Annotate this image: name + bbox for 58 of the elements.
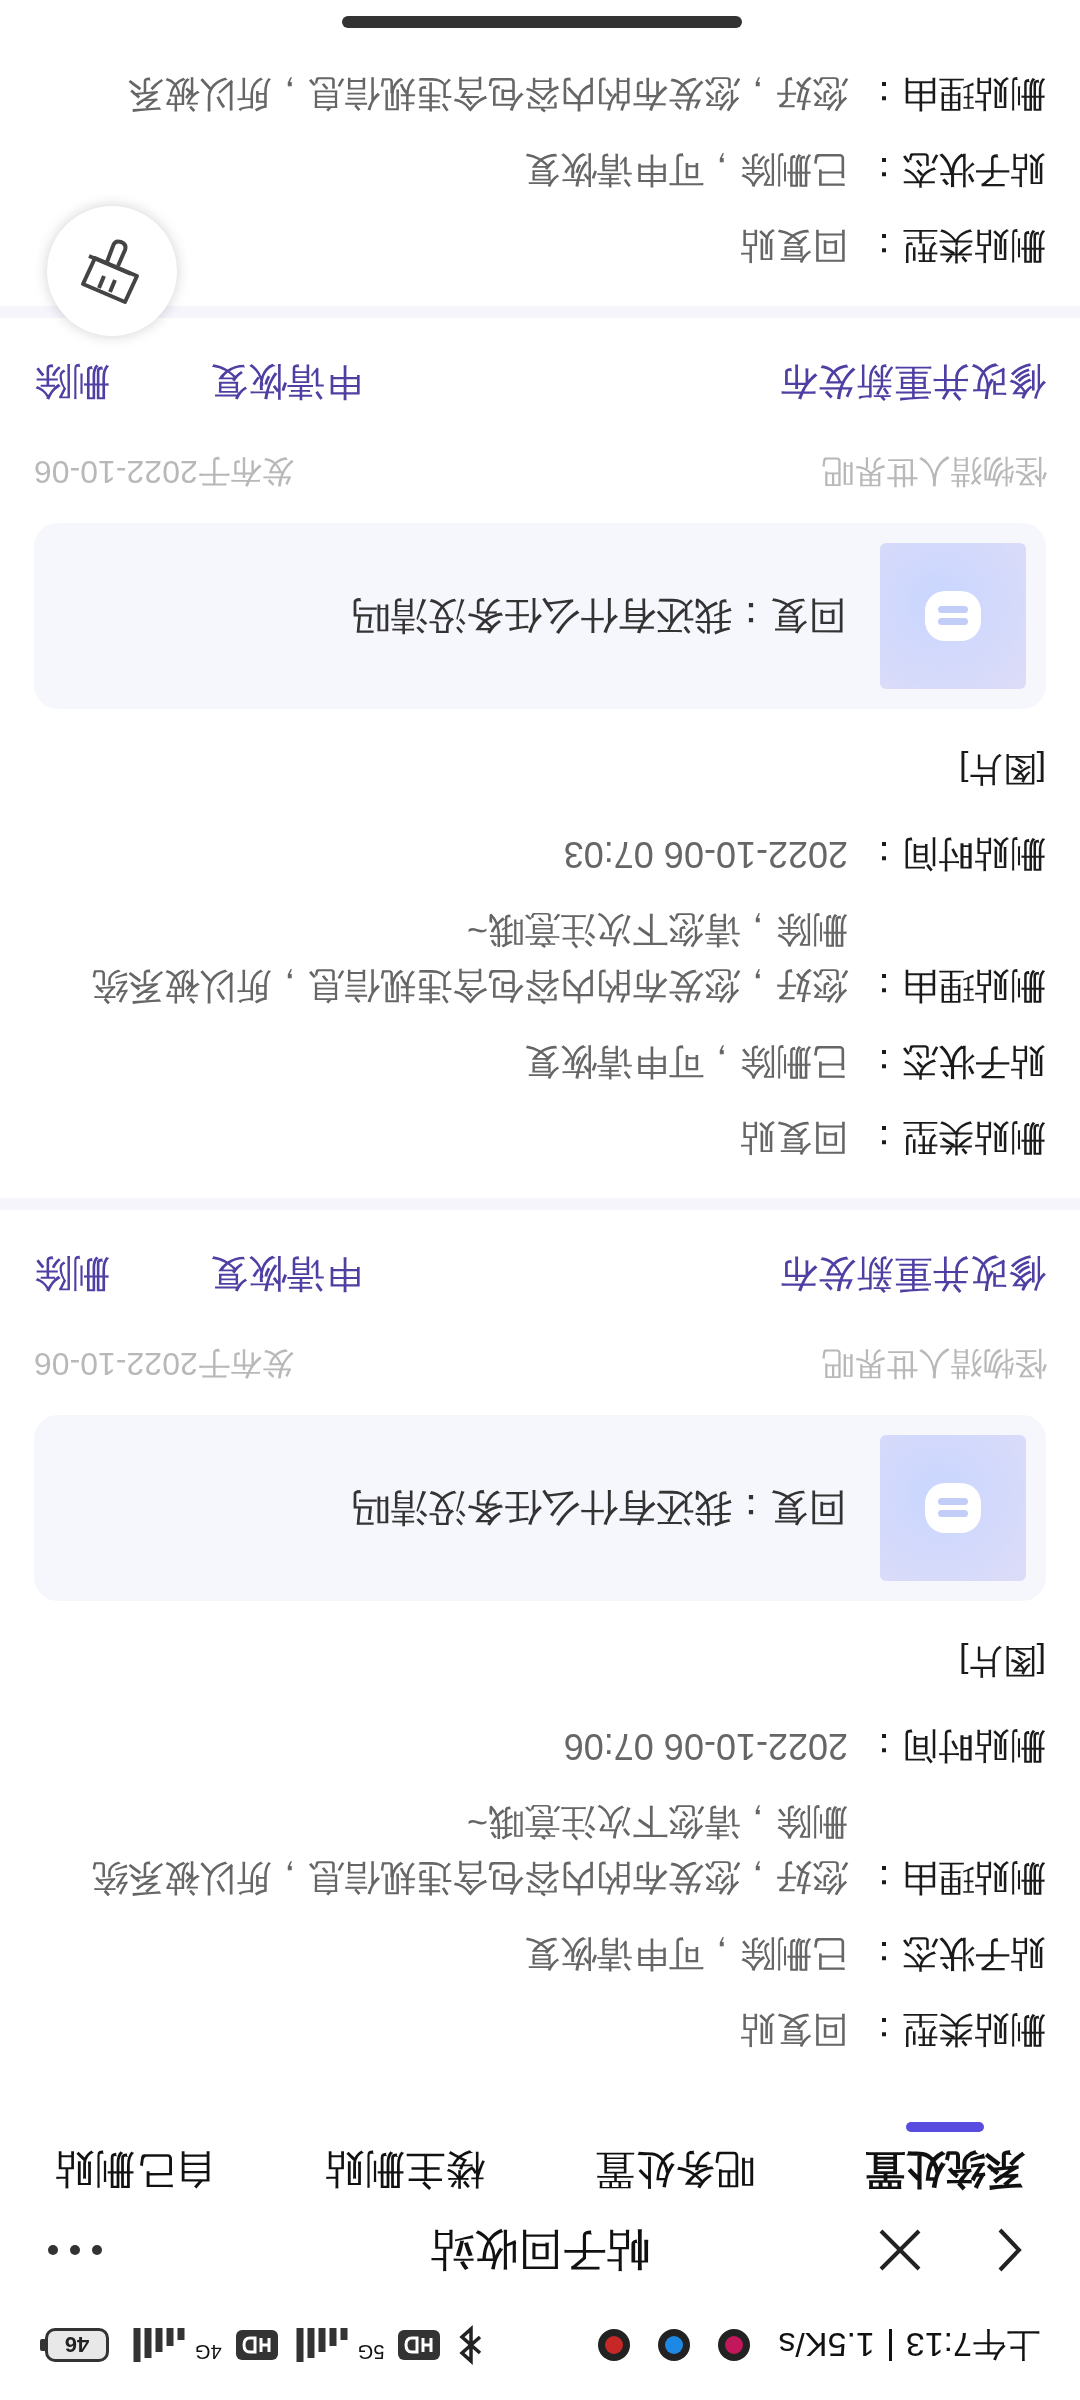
field-label: 删贴时间：	[865, 833, 1046, 877]
tab[interactable]: 自己删贴	[0, 2122, 270, 2202]
page-title: 帖子回收站	[430, 2225, 650, 2277]
post-content-text: [图片]	[958, 750, 1046, 791]
back-icon	[997, 2227, 1023, 2273]
field-value: 已删除，可申请恢复	[524, 1933, 848, 1977]
thumbnail-icon	[880, 1435, 1026, 1581]
field-value: 2022-10-06 07:06	[563, 1725, 848, 1769]
post-content-text: [图片]	[958, 1642, 1046, 1683]
reply-text: 回复：我还有什么任务没清吗	[352, 594, 846, 640]
field-value: 回复贴	[740, 1117, 848, 1161]
tab[interactable]: 楼主删贴	[270, 2122, 540, 2202]
reply-preview-card[interactable]: 回复：我还有什么任务没清吗	[34, 523, 1046, 709]
forum-name: 怪物猎人世界吧	[822, 453, 1046, 492]
field-value: 您好，您发布的内容包含违规信息，所以被系统删除，请您下次注意哦~	[91, 909, 848, 1009]
field-label: 删贴类型：	[865, 2009, 1046, 2053]
more-icon	[47, 2244, 103, 2256]
hd-icon	[235, 2330, 278, 2360]
action-link[interactable]: 删除	[34, 352, 110, 412]
close-icon	[878, 2228, 922, 2272]
reply-text: 回复：我还有什么任务没清吗	[352, 1486, 846, 1532]
field-label: 贴子状态：	[865, 1041, 1046, 1085]
action-link[interactable]: 申请恢复	[210, 352, 362, 412]
field-label: 删贴理由：	[865, 965, 1046, 1009]
field-label: 删贴类型：	[865, 225, 1046, 269]
publish-date: 发布于2022-10-06	[34, 453, 294, 492]
tab[interactable]: 吧务处置	[540, 2122, 810, 2202]
field-value: 回复贴	[740, 2009, 848, 2053]
field-label: 删贴时间：	[865, 1725, 1046, 1769]
battery-indicator: 46	[40, 2328, 109, 2362]
publish-date: 发布于2022-10-06	[34, 1345, 294, 1384]
forum-name: 怪物猎人世界吧	[822, 1345, 1046, 1384]
network-type-text: 5G	[357, 2342, 385, 2362]
action-link[interactable]: 删除	[34, 1244, 110, 1304]
reply-preview-card[interactable]: 回复：我还有什么任务没清吗	[34, 1415, 1046, 1601]
field-label: 贴子状态：	[865, 149, 1046, 193]
field-value: 您好，您发布的内容包含违规信息，所以被系统删除，请您下次注意哦~	[91, 1801, 848, 1901]
action-link[interactable]: 修改并重新发布	[780, 1244, 1046, 1304]
field-value: 已删除，可申请恢复	[524, 149, 848, 193]
action-link[interactable]: 申请恢复	[210, 1244, 362, 1304]
app-notification-icon	[598, 2329, 631, 2361]
field-label: 删贴理由：	[865, 73, 1046, 117]
thumbnail-icon	[880, 543, 1026, 689]
field-value: 回复贴	[740, 225, 848, 269]
action-link[interactable]: 修改并重新发布	[780, 352, 1046, 412]
app-notification-icon	[658, 2329, 691, 2361]
network-speed-text: 1.5K/s	[778, 2325, 875, 2367]
field-label: 删贴理由：	[865, 1857, 1046, 1901]
network-type-text: 4G	[195, 2342, 222, 2362]
field-value: 已删除，可申请恢复	[524, 1041, 848, 1085]
app-notification-icon	[718, 2329, 751, 2361]
field-label: 删贴类型：	[865, 1117, 1046, 1161]
tab[interactable]: 系统处置	[810, 2122, 1080, 2202]
hd-icon	[398, 2330, 441, 2360]
clock-text: 上午7:13	[905, 2325, 1040, 2367]
field-label: 贴子状态：	[865, 1933, 1046, 1977]
field-value: 2022-10-06 07:03	[563, 833, 848, 877]
field-value: 您好，您发布的内容包含违规信息，所以被系	[128, 73, 848, 117]
